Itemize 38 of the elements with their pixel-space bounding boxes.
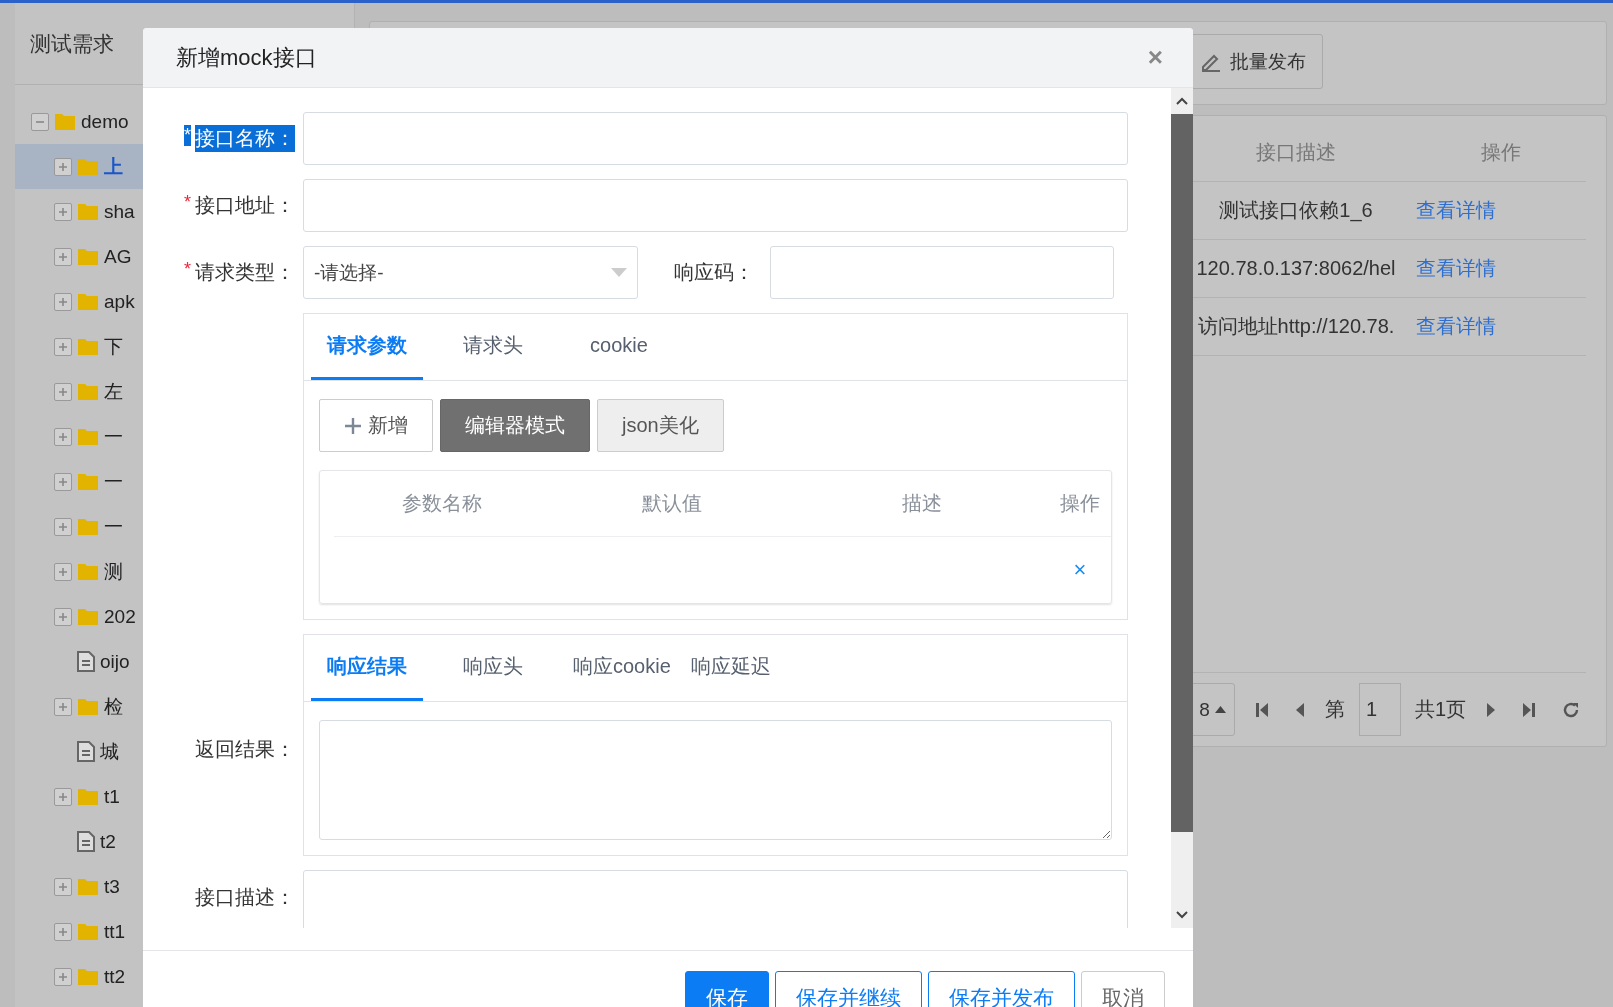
field-label: 请求类型： — [195, 260, 295, 285]
required-mark: * — [184, 259, 191, 280]
tree-item-label: sha — [104, 200, 135, 223]
field-label: 接口描述： — [195, 885, 295, 910]
tree-item-label: demo — [81, 110, 129, 133]
tree-item-label: apk — [104, 290, 135, 313]
column-header: 默认值 — [549, 471, 794, 537]
required-mark: * — [184, 192, 191, 213]
tree-item-label: t3 — [104, 875, 120, 898]
tree-item-label: tt2 — [104, 965, 126, 988]
dialog-title: 新增mock接口 — [176, 43, 317, 72]
page-label: 第 — [1324, 697, 1345, 722]
page-total: 共1页 — [1414, 697, 1466, 722]
column-header: 操作 — [1416, 124, 1586, 182]
tree-item-label: 检 — [104, 694, 123, 719]
field-label: 响应码： — [674, 260, 754, 285]
tree-item-label: 202 — [104, 605, 136, 628]
tree-item-label: t2 — [100, 830, 116, 853]
tree-item-label: 下 — [104, 334, 123, 359]
tree-item-label: 测 — [104, 559, 123, 584]
tree-item-label: AG — [104, 245, 132, 268]
tree-item-label: 一 — [104, 514, 123, 539]
column-header: 参数名称 — [334, 471, 549, 537]
field-label: 接口名称： — [195, 125, 295, 152]
field-label: 返回结果： — [195, 737, 295, 762]
tree-item-label: 左 — [104, 379, 123, 404]
required-mark: * — [184, 125, 191, 146]
tree-item-label: tt1 — [104, 920, 126, 943]
tree-item-label: t1 — [104, 785, 120, 808]
tree-item-label: 一 — [104, 424, 123, 449]
tree-item-label: 上 — [104, 154, 123, 179]
select-placeholder: -请选择- — [314, 260, 384, 285]
tree-item-label: oijo — [100, 650, 130, 673]
tree-item-label: 一 — [104, 469, 123, 494]
field-label: 接口地址： — [195, 193, 295, 218]
column-header: 操作 — [1049, 471, 1111, 537]
column-header: 描述 — [794, 471, 1049, 537]
tree-item-label: 城 — [100, 739, 119, 764]
